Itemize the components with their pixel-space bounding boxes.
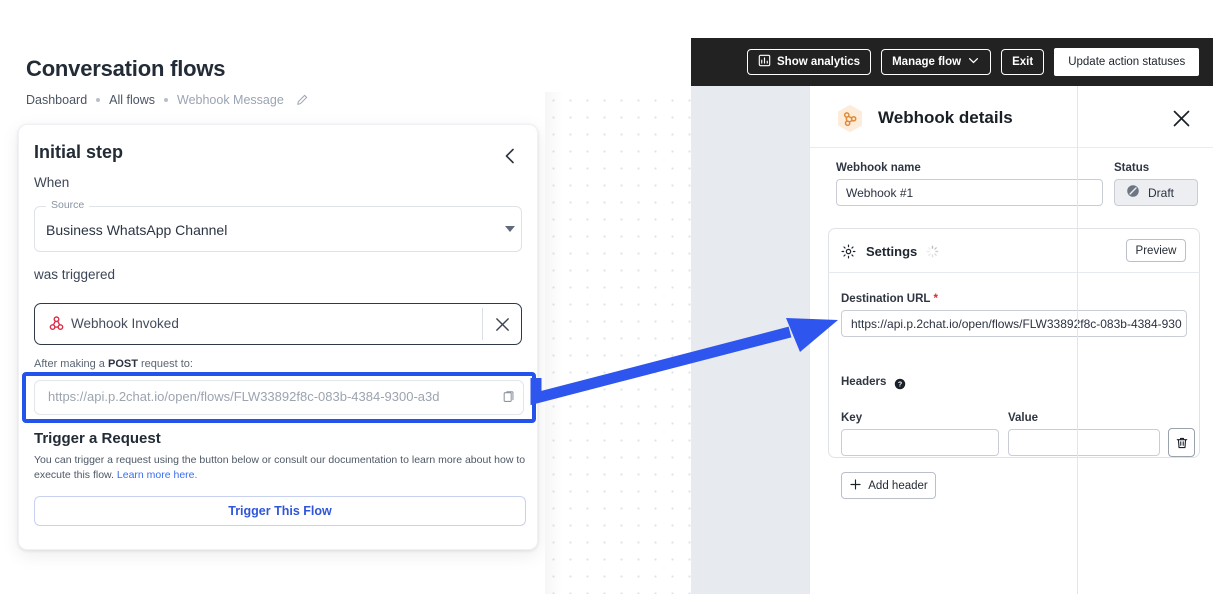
panel-scroll-divider — [1077, 86, 1078, 594]
webhook-name-input[interactable]: Webhook #1 — [836, 179, 1103, 206]
breadcrumb-item-dashboard[interactable]: Dashboard — [26, 93, 87, 107]
manage-flow-button[interactable]: Manage flow — [881, 49, 992, 75]
headers-label: Headers — [841, 376, 887, 388]
breadcrumb: Dashboard All flows Webhook Message — [26, 93, 308, 107]
header-key-label: Key — [841, 412, 863, 424]
plus-icon — [849, 478, 862, 494]
webhook-name-label: Webhook name — [836, 162, 921, 174]
header-value-label: Value — [1008, 412, 1039, 424]
chevron-left-icon[interactable] — [500, 146, 520, 166]
preview-button[interactable]: Preview — [1126, 239, 1186, 262]
flow-canvas-grid — [545, 92, 691, 594]
canvas-edge-shadow — [545, 92, 563, 594]
flow-editor-window: Show analytics Manage flow Exit Update a… — [691, 38, 1213, 594]
manage-flow-label: Manage flow — [892, 56, 962, 68]
card-title: Initial step — [34, 142, 124, 162]
breadcrumb-separator — [164, 98, 168, 102]
show-analytics-label: Show analytics — [777, 56, 861, 68]
learn-more-link[interactable]: Learn more here. — [117, 469, 198, 481]
exit-label: Exit — [1012, 56, 1034, 68]
add-header-button[interactable]: Add header — [841, 472, 936, 499]
was-triggered-label: was triggered — [34, 267, 116, 282]
url-highlight-box — [22, 372, 536, 423]
svg-text:?: ? — [898, 381, 902, 389]
destination-url-label: Destination URL * — [841, 293, 938, 305]
pencil-icon[interactable] — [296, 94, 308, 106]
trigger-desc-text: You can trigger a request using the butt… — [34, 454, 526, 481]
spinner-icon — [926, 245, 939, 258]
trigger-this-flow-button[interactable]: Trigger This Flow — [34, 496, 526, 526]
trigger-event-label: Webhook Invoked — [71, 316, 179, 331]
header-key-input[interactable] — [841, 429, 999, 456]
required-asterisk: * — [933, 293, 938, 305]
status-label: Status — [1114, 162, 1150, 174]
chevron-down-icon — [967, 54, 980, 70]
header-value-input[interactable] — [1008, 429, 1160, 456]
question-mark-icon[interactable]: ? — [894, 377, 906, 390]
trigger-request-heading: Trigger a Request — [34, 430, 161, 447]
close-icon[interactable] — [1172, 109, 1191, 128]
status-value: Draft — [1148, 185, 1175, 200]
webhook-details-panel: Webhook details Webhook name Webhook #1 … — [809, 86, 1213, 594]
divider — [482, 308, 483, 340]
breadcrumb-item-current: Webhook Message — [177, 93, 284, 107]
status-badge[interactable]: Draft — [1114, 179, 1198, 206]
when-label: When — [34, 175, 70, 190]
trigger-request-description: You can trigger a request using the butt… — [34, 453, 526, 483]
source-selected-value: Business WhatsApp Channel — [46, 222, 228, 238]
settings-title: Settings — [866, 244, 918, 259]
add-header-label: Add header — [868, 479, 928, 492]
http-method: POST — [107, 358, 138, 370]
exit-button[interactable]: Exit — [1001, 49, 1045, 75]
gear-icon — [841, 244, 856, 259]
webhook-icon — [48, 315, 65, 332]
destination-url-input[interactable]: https://api.p.2chat.io/open/flows/FLW338… — [841, 310, 1187, 337]
breadcrumb-item-all-flows[interactable]: All flows — [109, 93, 155, 107]
page-title: Conversation flows — [26, 56, 226, 81]
trash-icon[interactable] — [1168, 428, 1195, 457]
destination-url-label-text: Destination URL — [841, 293, 931, 305]
editor-toolbar: Show analytics Manage flow Exit Update a… — [691, 38, 1213, 86]
show-analytics-button[interactable]: Show analytics — [747, 49, 872, 75]
bar-chart-icon — [758, 54, 771, 70]
draft-slash-icon — [1126, 184, 1140, 201]
close-icon[interactable] — [494, 316, 511, 333]
breadcrumb-separator — [96, 98, 101, 102]
update-action-statuses-label: Update action statuses — [1068, 56, 1186, 68]
source-legend-label: Source — [46, 199, 90, 211]
after-post-text: After making a POST request to: — [34, 358, 193, 370]
chevron-down-icon[interactable] — [505, 226, 515, 232]
panel-title: Webhook details — [878, 108, 1013, 127]
after-post-suffix: request to: — [137, 358, 193, 370]
after-post-prefix: After making a — [34, 358, 108, 370]
update-action-statuses-button[interactable]: Update action statuses — [1054, 48, 1200, 76]
left-page-content: Conversation flows Dashboard All flows W… — [0, 0, 560, 594]
webhook-hex-icon — [836, 104, 864, 134]
